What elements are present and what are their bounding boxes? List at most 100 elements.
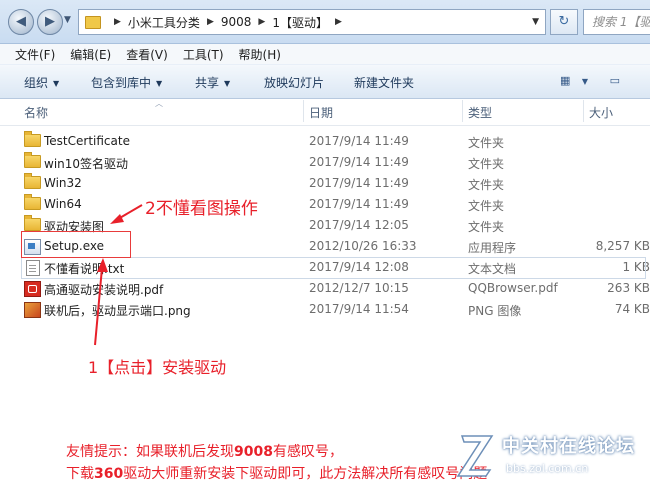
include-in-library-button[interactable]: 包含到库中 ▼ [91,74,162,91]
tip-emphasis: 360 [94,466,124,482]
file-size: 263 KB [607,281,650,295]
column-date[interactable]: 日期 [309,104,333,121]
menu-tools[interactable]: 工具(T) [183,46,224,63]
view-options[interactable]: ▦ ▼ ▭ [560,74,620,87]
file-type: 文件夹 [468,220,505,234]
command-bar: 组织 ▼ 包含到库中 ▼ 共享 ▼ 放映幻灯片 新建文件夹 ▦ ▼ ▭ [0,64,650,99]
folder-icon [24,173,41,189]
file-date: 2017/9/14 11:49 [309,176,409,190]
include-label: 包含到库中 [91,76,152,90]
breadcrumb-chevron-icon[interactable]: ▶ [335,17,342,27]
menu-edit[interactable]: 编辑(E) [70,46,111,63]
breadcrumb-segment[interactable]: 小米工具分类 [128,14,200,31]
file-date: 2017/9/14 12:05 [309,218,409,232]
tip-text: 有感叹号， [272,444,343,460]
file-date: 2017/9/14 11:49 [309,134,409,148]
refresh-button[interactable]: ↻ [550,9,578,35]
file-size: 8,257 KB [595,239,650,253]
folder-icon [24,131,41,147]
menu-view[interactable]: 查看(V) [126,46,168,63]
preview-pane-icon[interactable]: ▭ [610,74,620,87]
view-icon[interactable]: ▦ [560,74,570,87]
file-type: 文件夹 [468,157,505,171]
file-row[interactable]: 联机后，驱动显示端口.png 2017/9/14 11:54 PNG 图像 74… [0,299,650,320]
tip-emphasis: 9008 [234,444,273,460]
file-type: PNG 图像 [468,304,522,318]
share-label: 共享 [195,76,220,90]
recent-pages-dropdown[interactable]: ▼ [64,15,71,25]
chevron-down-icon: ▼ [156,79,163,88]
back-button[interactable]: ◀ [8,9,34,35]
back-arrow-icon: ◀ [16,14,26,29]
forward-button[interactable]: ▶ [37,9,63,35]
column-divider[interactable] [583,100,584,122]
organize-label: 组织 [24,76,49,90]
file-date: 2012/10/26 16:33 [309,239,417,253]
column-size[interactable]: 大小 [589,104,613,121]
file-type: 文件夹 [468,178,505,192]
folder-icon [24,215,41,231]
column-header: 名称 日期 类型 大小 [0,98,650,126]
breadcrumb-chevron-icon[interactable]: ▶ [207,17,214,27]
column-type[interactable]: 类型 [468,104,492,121]
tip-text: 驱动大师重新安装下驱动即可，此方法解决所有感叹号问题 [123,466,488,482]
png-icon [24,302,41,318]
zol-logo-icon [456,435,494,477]
file-name: TestCertificate [44,134,130,148]
menu-file[interactable]: 文件(F) [15,46,55,63]
tip-text: 下载 [66,466,94,482]
new-folder-button[interactable]: 新建文件夹 [354,74,414,91]
organize-button[interactable]: 组织 ▼ [24,74,59,91]
address-dropdown-icon[interactable]: ▼ [532,17,539,27]
file-name: 联机后，驱动显示端口.png [44,304,191,318]
watermark-title: 中关村在线论坛 [502,436,635,457]
focus-row-outline [21,257,646,279]
file-name: Win32 [44,176,82,190]
file-type: 应用程序 [468,241,517,255]
file-row[interactable]: Win32 2017/9/14 11:49 文件夹 [0,173,650,194]
breadcrumb-chevron-icon[interactable]: ▶ [114,17,121,27]
file-row[interactable]: 高通驱动安装说明.pdf 2012/12/7 10:15 QQBrowser.p… [0,278,650,299]
share-button[interactable]: 共享 ▼ [195,74,230,91]
watermark-url: bbs.zol.com.cn [506,462,589,475]
column-name[interactable]: 名称 [24,104,48,121]
slideshow-label: 放映幻灯片 [264,76,325,90]
folder-icon [24,152,41,168]
file-row[interactable]: Win64 2017/9/14 11:49 文件夹 [0,194,650,215]
annotation-step2: 2不懂看图操作 [145,199,258,219]
file-name: win10签名驱动 [44,157,129,171]
chevron-down-icon: ▼ [224,79,231,88]
file-row[interactable]: win10签名驱动 2017/9/14 11:49 文件夹 [0,152,650,173]
breadcrumb-chevron-icon[interactable]: ▶ [258,17,265,27]
file-date: 2017/9/14 11:54 [309,302,409,316]
forward-arrow-icon: ▶ [45,14,55,29]
file-name: 高通驱动安装说明.pdf [44,283,164,297]
file-date: 2017/9/14 11:49 [309,155,409,169]
breadcrumb[interactable]: ▶ 小米工具分类 ▶ 9008 ▶ 1【驱动】 ▶ ▼ [78,9,546,35]
menu-help[interactable]: 帮助(H) [239,46,281,63]
annotation-step1: 1【点击】安装驱动 [88,358,227,377]
folder-icon [85,15,101,29]
refresh-icon: ↻ [558,14,570,29]
file-row[interactable]: TestCertificate 2017/9/14 11:49 文件夹 [0,131,650,152]
chevron-down-icon: ▼ [53,79,60,88]
watermark: 中关村在线论坛 bbs.zol.com.cn [456,426,650,490]
chevron-down-icon[interactable]: ▼ [582,77,588,86]
address-bar: ◀ ▶ ▼ ▶ 小米工具分类 ▶ 9008 ▶ 1【驱动】 ▶ ▼ ↻ 搜索 1… [0,0,650,44]
file-type: 文件夹 [468,136,505,150]
search-input[interactable]: 搜索 1【驱动】 [583,9,650,35]
tip-line-1: 友情提示：如果联机后发现9008有感叹号， [66,441,343,461]
file-size: 74 KB [614,302,650,316]
setup-highlight-box [21,231,131,258]
column-divider[interactable] [462,100,463,122]
tip-text: 友情提示：如果联机后发现 [66,444,234,460]
new-folder-label: 新建文件夹 [354,76,415,90]
slideshow-button[interactable]: 放映幻灯片 [264,74,324,91]
breadcrumb-segment[interactable]: 9008 [221,15,252,29]
breadcrumb-segment[interactable]: 1【驱动】 [272,14,328,31]
tip-line-2: 下载360驱动大师重新安装下驱动即可，此方法解决所有感叹号问题 [66,463,487,483]
file-type: 文件夹 [468,199,505,213]
column-divider[interactable] [303,100,304,122]
pdf-icon [24,281,41,297]
file-date: 2012/12/7 10:15 [309,281,409,295]
